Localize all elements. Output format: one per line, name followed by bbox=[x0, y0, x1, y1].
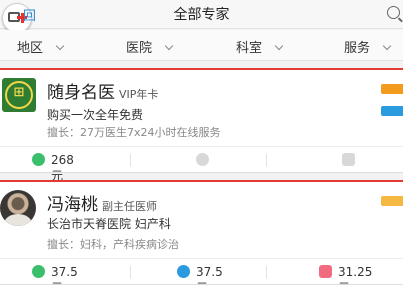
expert-subtitle: 长治市天脊医院 妇产科 bbox=[47, 217, 171, 231]
service-price: 37.5元 bbox=[51, 265, 78, 285]
expert-card[interactable]: 冯海桃副主任医师 长治市天脊医院 妇产科 擅长：妇科，产科疾病诊治 37.5元 … bbox=[0, 180, 403, 285]
service-price: 31.25元 bbox=[338, 265, 373, 285]
label-tag-icon bbox=[381, 84, 403, 94]
phone-icon bbox=[196, 153, 209, 166]
filter-service[interactable]: 服务 bbox=[344, 37, 392, 56]
chevron-down-icon bbox=[55, 41, 65, 51]
filter-label: 医院 bbox=[126, 41, 153, 56]
filter-bar: 地区 医院 科室 服务 bbox=[0, 30, 403, 61]
expert-specialty: 擅长：27万医生7x24小时在线服务 bbox=[47, 126, 221, 139]
label-tag-icon bbox=[381, 106, 403, 116]
filter-hospital[interactable]: 医院 bbox=[126, 37, 174, 56]
search-icon[interactable] bbox=[387, 6, 400, 19]
filter-label: 科室 bbox=[236, 41, 263, 56]
label-tag-icon bbox=[381, 196, 403, 206]
service-row: 37.5元 37.5元 31.25元 bbox=[0, 265, 403, 285]
clinic-icon bbox=[319, 265, 332, 278]
expert-name: 冯海桃 副主任医师 bbox=[47, 195, 157, 215]
chevron-down-icon bbox=[382, 41, 392, 51]
top-bar: 回 全部专家 bbox=[0, 0, 403, 33]
service-row: 268元 bbox=[0, 153, 403, 183]
chat-icon bbox=[32, 153, 45, 166]
expert-specialty: 擅长：妇科，产科疾病诊治 bbox=[47, 238, 179, 251]
page-title: 全部专家 bbox=[173, 7, 230, 23]
filter-department[interactable]: 科室 bbox=[236, 37, 284, 56]
app: 回 全部专家 地区 医院 科室 服务 ⊞ 随身名医 VIP年卡 购买一次全年免费 … bbox=[0, 0, 403, 285]
chevron-down-icon bbox=[164, 41, 174, 51]
app-logo-icon: ⊞ bbox=[2, 78, 36, 112]
expert-card[interactable]: ⊞ 随身名医 VIP年卡 购买一次全年免费 擅长：27万医生7x24小时在线服务 … bbox=[0, 68, 403, 183]
phone-icon bbox=[177, 265, 190, 278]
filter-label: 服务 bbox=[344, 41, 371, 56]
avatar bbox=[0, 190, 36, 226]
expert-badge: VIP年卡 bbox=[119, 88, 159, 101]
expert-subtitle: 购买一次全年免费 bbox=[47, 108, 144, 122]
filter-region[interactable]: 地区 bbox=[17, 37, 65, 56]
chevron-down-icon bbox=[274, 41, 284, 51]
expert-name: 随身名医 VIP年卡 bbox=[47, 83, 159, 103]
chat-icon bbox=[32, 265, 45, 278]
filter-label: 地区 bbox=[17, 41, 44, 56]
clinic-icon bbox=[342, 153, 355, 166]
expert-badge: 副主任医师 bbox=[102, 200, 157, 213]
service-price: 37.5元 bbox=[196, 265, 223, 285]
